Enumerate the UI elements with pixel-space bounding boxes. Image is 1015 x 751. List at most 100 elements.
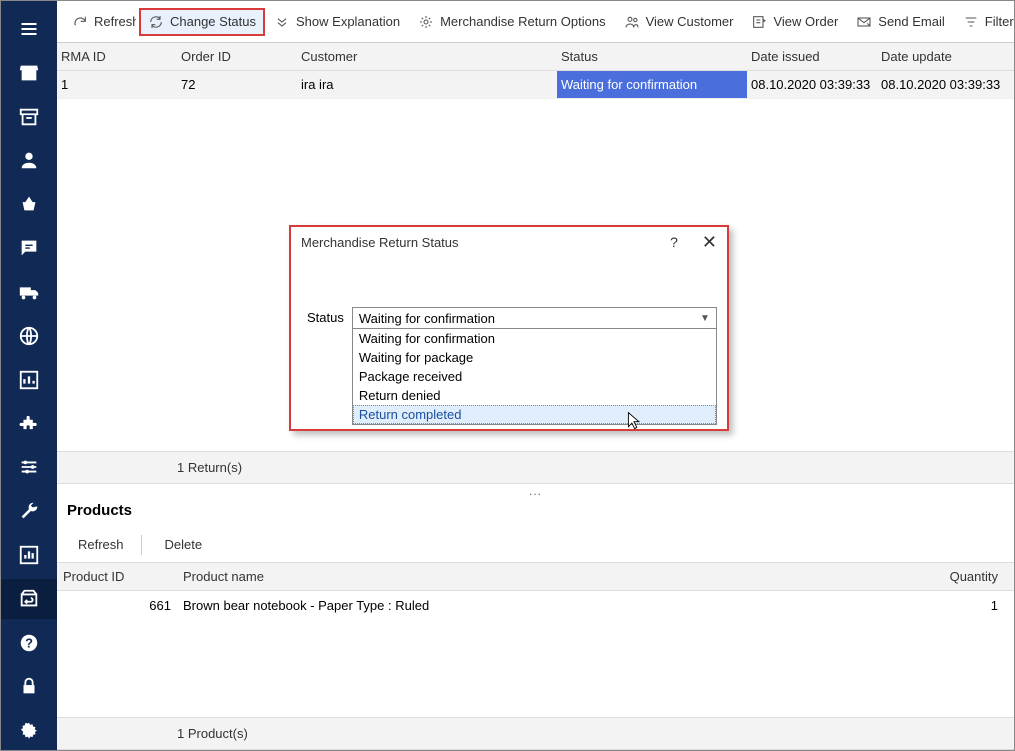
products-grid-header: Product ID Product name Quantity (57, 563, 1014, 591)
user-icon (18, 149, 40, 171)
col-quantity[interactable]: Quantity (914, 569, 1014, 584)
status-option-1[interactable]: Waiting for package (353, 348, 716, 367)
show-explanation-button[interactable]: Show Explanation (265, 8, 409, 36)
status-combo[interactable]: Waiting for confirmation ▼ (352, 307, 717, 329)
show-explanation-label: Show Explanation (296, 14, 400, 29)
col-date-update[interactable]: Date update (877, 49, 1007, 64)
menu-icon (19, 19, 39, 39)
col-status[interactable]: Status (557, 49, 747, 64)
sidebar-help[interactable]: ? (1, 623, 57, 663)
products-refresh-label: Refresh (78, 537, 124, 552)
returns-footer: 1 Return(s) (57, 451, 1014, 484)
view-customer-button[interactable]: View Customer (615, 8, 743, 36)
status-option-0[interactable]: Waiting for confirmation (353, 329, 716, 348)
chevrons-down-icon (274, 14, 290, 30)
products-title: Products (57, 494, 1014, 527)
col-product-name[interactable]: Product name (177, 569, 914, 584)
return-options-button[interactable]: Merchandise Return Options (409, 8, 614, 36)
change-status-label: Change Status (170, 14, 256, 29)
sidebar-stats[interactable] (1, 360, 57, 400)
cell-rma-id: 1 (57, 77, 177, 92)
dialog-help-button[interactable]: ? (670, 234, 678, 250)
gear-icon (418, 14, 434, 30)
status-dropdown: Waiting for confirmation Waiting for pac… (352, 329, 717, 425)
separator (141, 535, 142, 555)
change-status-button[interactable]: Change Status (139, 8, 265, 36)
sidebar-chat[interactable] (1, 228, 57, 268)
returns-grid-header: RMA ID Order ID Customer Status Date iss… (57, 43, 1014, 71)
sidebar-sliders[interactable] (1, 447, 57, 487)
filter-icon (963, 14, 979, 30)
send-email-label: Send Email (878, 14, 944, 29)
svg-text:?: ? (25, 635, 33, 650)
gear-icon (18, 719, 40, 741)
sidebar-reports[interactable] (1, 535, 57, 575)
status-dialog: Merchandise Return Status ? ✕ Status Wai… (289, 225, 729, 431)
cell-product-id: 661 (57, 598, 177, 613)
truck-icon (18, 281, 40, 303)
lock-icon (18, 675, 40, 697)
view-order-button[interactable]: View Order (742, 8, 847, 36)
main-area: Refresh Change Status Show Explanation M… (57, 1, 1014, 750)
change-status-icon (148, 14, 164, 30)
sidebar-globe[interactable] (1, 316, 57, 356)
col-order-id[interactable]: Order ID (177, 49, 297, 64)
globe-icon (18, 325, 40, 347)
view-order-label: View Order (773, 14, 838, 29)
sidebar-plugins[interactable] (1, 403, 57, 443)
cell-status: Waiting for confirmation (557, 71, 747, 98)
main-toolbar: Refresh Change Status Show Explanation M… (57, 1, 1014, 43)
dialog-title: Merchandise Return Status (301, 235, 459, 250)
sidebar: ? (1, 1, 57, 750)
help-icon: ? (18, 632, 40, 654)
table-row[interactable]: 661 Brown bear notebook - Paper Type : R… (57, 591, 1014, 619)
status-option-2[interactable]: Package received (353, 367, 716, 386)
store-icon (18, 62, 40, 84)
view-customer-label: View Customer (646, 14, 734, 29)
sidebar-truck[interactable] (1, 272, 57, 312)
sidebar-store[interactable] (1, 53, 57, 93)
order-icon (751, 14, 767, 30)
chat-icon (18, 237, 40, 259)
cell-quantity: 1 (914, 598, 1014, 613)
hamburger-menu-button[interactable] (1, 9, 57, 49)
sidebar-user[interactable] (1, 140, 57, 180)
returns-icon (18, 588, 40, 610)
products-delete-button[interactable]: Delete (150, 531, 212, 558)
sidebar-basket[interactable] (1, 184, 57, 224)
refresh-button[interactable]: Refresh (63, 8, 139, 36)
cursor-icon (627, 411, 641, 431)
products-refresh-button[interactable]: Refresh (63, 531, 133, 558)
sidebar-settings[interactable] (1, 710, 57, 750)
splitter[interactable]: ... (57, 484, 1014, 494)
send-email-button[interactable]: Send Email (847, 8, 953, 36)
barchart-icon (18, 369, 40, 391)
basket-icon (18, 193, 40, 215)
filter-row-button[interactable]: Filter Row (954, 8, 1015, 36)
col-date-issued[interactable]: Date issued (747, 49, 877, 64)
refresh-icon (72, 14, 88, 30)
status-option-4[interactable]: Return completed (353, 405, 716, 424)
dialog-close-button[interactable]: ✕ (702, 233, 717, 251)
table-row[interactable]: 1 72 ira ira Waiting for confirmation 08… (57, 71, 1014, 99)
sliders-icon (18, 456, 40, 478)
cell-order-id: 72 (177, 77, 297, 92)
returns-grid: 1 72 ira ira Waiting for confirmation 08… (57, 71, 1014, 311)
archive-icon (18, 106, 40, 128)
products-grid: 661 Brown bear notebook - Paper Type : R… (57, 591, 1014, 717)
chevron-down-icon: ▼ (700, 313, 710, 324)
sidebar-tools[interactable] (1, 491, 57, 531)
sidebar-lock[interactable] (1, 666, 57, 706)
sidebar-returns[interactable] (1, 579, 57, 619)
col-customer[interactable]: Customer (297, 49, 557, 64)
email-icon (856, 14, 872, 30)
cell-date-update: 08.10.2020 03:39:33 (877, 77, 1007, 92)
sidebar-archive[interactable] (1, 97, 57, 137)
products-footer: 1 Product(s) (57, 717, 1014, 750)
refresh-label: Refresh (94, 14, 136, 29)
status-option-3[interactable]: Return denied (353, 386, 716, 405)
puzzle-icon (18, 412, 40, 434)
col-rma-id[interactable]: RMA ID (57, 49, 177, 64)
filter-row-label: Filter Row (985, 14, 1015, 29)
col-product-id[interactable]: Product ID (57, 569, 177, 584)
